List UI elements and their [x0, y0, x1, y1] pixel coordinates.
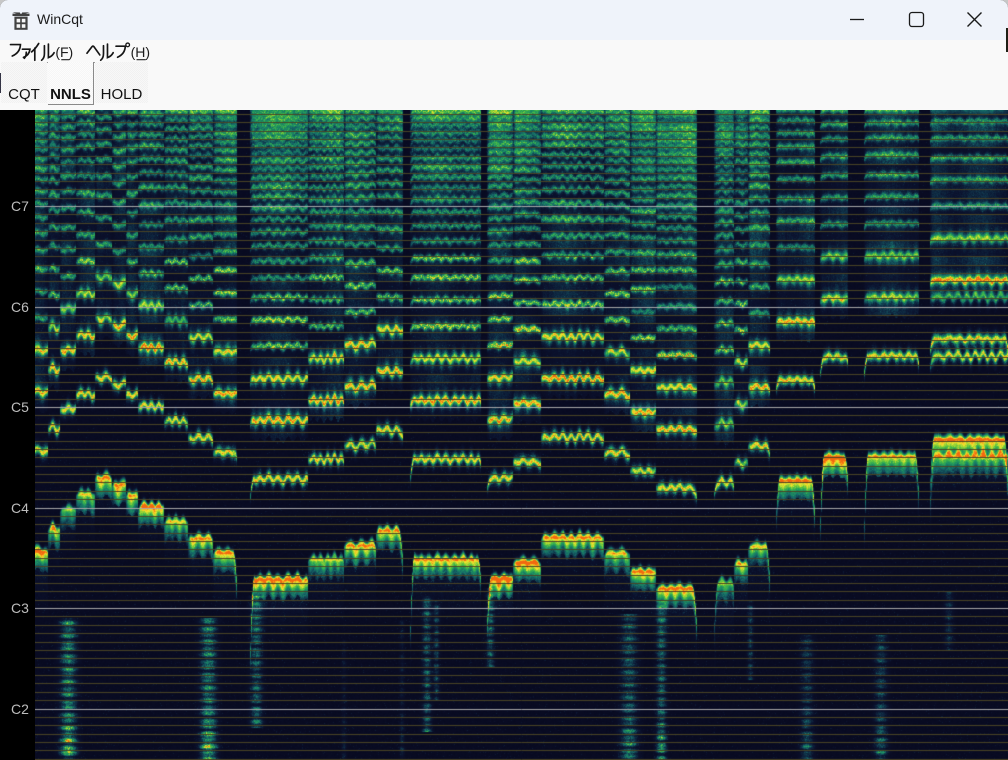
svg-text:(F): (F) — [55, 44, 73, 60]
svg-text:(H): (H) — [131, 44, 150, 60]
